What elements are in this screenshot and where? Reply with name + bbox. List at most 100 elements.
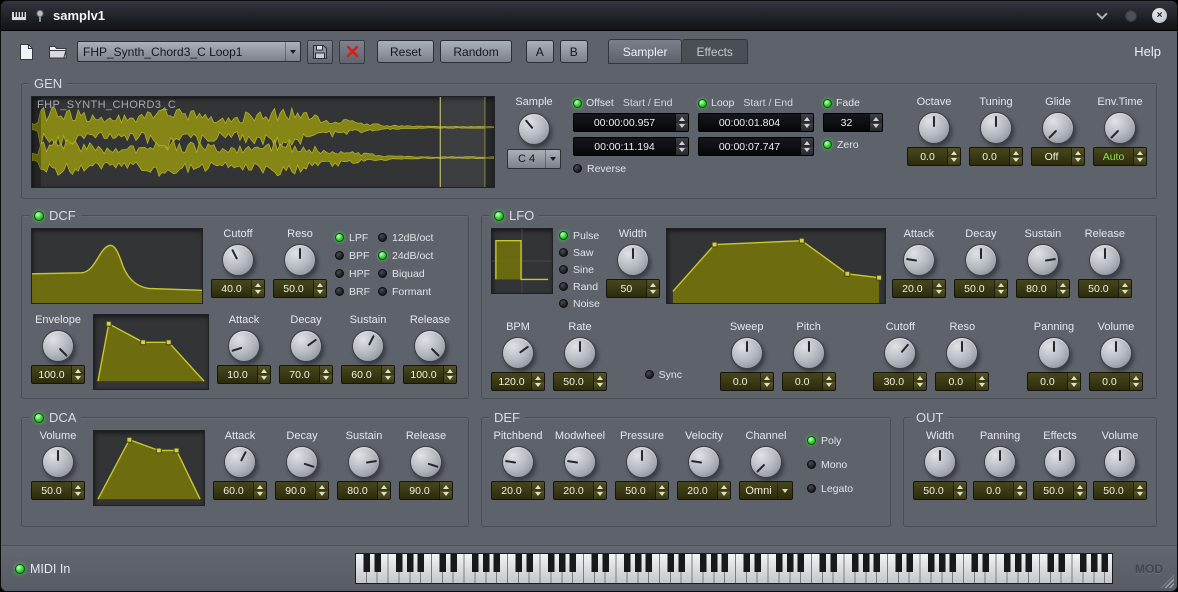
- spin-up-icon[interactable]: [1010, 148, 1022, 157]
- spin-arrows[interactable]: [1133, 148, 1146, 165]
- tuning-spinbox[interactable]: 0.0: [969, 147, 1023, 166]
- offset-toggle[interactable]: Offset Start / End: [573, 96, 689, 110]
- radio-hpf[interactable]: HPF: [335, 266, 370, 281]
- spin-down-icon[interactable]: [954, 491, 966, 500]
- loop-end-field[interactable]: 00:00:07.747: [698, 137, 814, 156]
- decay-spinbox[interactable]: 90.0: [275, 481, 329, 500]
- spin-arrows[interactable]: [1129, 373, 1142, 390]
- dcf-led-icon[interactable]: [34, 211, 44, 221]
- envelope-knob[interactable]: [42, 330, 74, 362]
- maximize-window-icon[interactable]: [1123, 8, 1139, 24]
- spin-up-icon[interactable]: [954, 482, 966, 491]
- spin-up-icon[interactable]: [801, 114, 813, 123]
- spin-arrows[interactable]: [439, 482, 452, 499]
- radio-mono[interactable]: Mono: [807, 457, 853, 472]
- spin-arrows[interactable]: [1133, 482, 1146, 499]
- spin-up-icon[interactable]: [532, 482, 544, 491]
- octave-spinbox[interactable]: 0.0: [907, 147, 961, 166]
- sustain-spinbox[interactable]: 80.0: [337, 481, 391, 500]
- attack-spinbox[interactable]: 20.0: [892, 279, 946, 298]
- loop-toggle[interactable]: Loop Start / End: [698, 96, 814, 110]
- spin-up-icon[interactable]: [1057, 280, 1069, 289]
- sweep-spinbox[interactable]: 0.0: [720, 372, 774, 391]
- spin-arrows[interactable]: [947, 148, 960, 165]
- spin-down-icon[interactable]: [656, 491, 668, 500]
- release-knob[interactable]: [414, 330, 446, 362]
- spin-down-icon[interactable]: [801, 147, 813, 156]
- pin-icon[interactable]: [34, 9, 46, 23]
- spin-down-icon[interactable]: [718, 491, 730, 500]
- loop-start-field[interactable]: 00:00:01.804: [698, 113, 814, 132]
- radio-saw[interactable]: Saw: [559, 245, 600, 260]
- panning-knob[interactable]: [984, 446, 1016, 478]
- reverse-checkbox[interactable]: Reverse: [573, 161, 689, 176]
- spin-arrows[interactable]: [800, 114, 813, 131]
- reso-spinbox[interactable]: 50.0: [273, 279, 327, 298]
- spin-arrows[interactable]: [1118, 280, 1131, 297]
- spin-down-icon[interactable]: [1119, 289, 1131, 298]
- spin-arrows[interactable]: [253, 482, 266, 499]
- tune-a-button[interactable]: A: [526, 40, 554, 63]
- spin-arrows[interactable]: [646, 280, 659, 297]
- envelope-spinbox[interactable]: 100.0: [31, 365, 85, 384]
- spin-arrows[interactable]: [655, 482, 668, 499]
- randomize-button[interactable]: Random: [440, 40, 511, 63]
- zero-checkbox[interactable]: Zero: [823, 137, 883, 152]
- octave-knob[interactable]: [918, 112, 950, 144]
- env-time-spinbox[interactable]: Auto: [1093, 147, 1147, 166]
- spin-down-icon[interactable]: [676, 147, 688, 156]
- decay-knob[interactable]: [286, 446, 318, 478]
- release-spinbox[interactable]: 50.0: [1078, 279, 1132, 298]
- sample-knob[interactable]: [518, 113, 550, 145]
- spin-up-icon[interactable]: [314, 280, 326, 289]
- reso-knob[interactable]: [284, 244, 316, 276]
- spin-up-icon[interactable]: [823, 373, 835, 382]
- dcf-envelope-display[interactable]: [93, 314, 209, 390]
- spin-up-icon[interactable]: [761, 373, 773, 382]
- spin-up-icon[interactable]: [1119, 280, 1131, 289]
- radio-noise[interactable]: Noise: [559, 296, 600, 311]
- cutoff-spinbox[interactable]: 40.0: [211, 279, 265, 298]
- spin-down-icon[interactable]: [647, 289, 659, 298]
- save-preset-button[interactable]: [307, 40, 333, 64]
- spin-arrows[interactable]: [675, 138, 688, 155]
- width-spinbox[interactable]: 50: [606, 279, 660, 298]
- release-spinbox[interactable]: 90.0: [399, 481, 453, 500]
- spin-up-icon[interactable]: [440, 482, 452, 491]
- spin-up-icon[interactable]: [1074, 482, 1086, 491]
- volume-knob[interactable]: [1100, 337, 1132, 369]
- sample-waveform-display[interactable]: FHP_SYNTH_CHORD3_C: [31, 96, 495, 188]
- spin-up-icon[interactable]: [258, 366, 270, 375]
- sweep-knob[interactable]: [731, 337, 763, 369]
- spin-arrows[interactable]: [717, 482, 730, 499]
- rate-spinbox[interactable]: 50.0: [553, 372, 607, 391]
- spin-down-icon[interactable]: [933, 289, 945, 298]
- sustain-spinbox[interactable]: 80.0: [1016, 279, 1070, 298]
- bpm-knob[interactable]: [502, 337, 534, 369]
- velocity-spinbox[interactable]: 20.0: [677, 481, 731, 500]
- decay-spinbox[interactable]: 70.0: [279, 365, 333, 384]
- dca-led-icon[interactable]: [34, 413, 44, 423]
- panning-spinbox[interactable]: 0.0: [1027, 372, 1081, 391]
- pressure-spinbox[interactable]: 50.0: [615, 481, 669, 500]
- rate-knob[interactable]: [564, 337, 596, 369]
- fade-toggle[interactable]: Fade: [823, 96, 883, 110]
- spin-arrows[interactable]: [593, 482, 606, 499]
- spin-down-icon[interactable]: [72, 375, 84, 384]
- volume-spinbox[interactable]: 0.0: [1089, 372, 1143, 391]
- spin-arrows[interactable]: [593, 373, 606, 390]
- spin-up-icon[interactable]: [1072, 148, 1084, 157]
- spin-down-icon[interactable]: [761, 382, 773, 391]
- radio-brf[interactable]: BRF: [335, 284, 370, 299]
- spin-up-icon[interactable]: [594, 373, 606, 382]
- spin-arrows[interactable]: [381, 366, 394, 383]
- spin-arrows[interactable]: [71, 366, 84, 383]
- spin-up-icon[interactable]: [801, 138, 813, 147]
- spin-arrows[interactable]: [913, 373, 926, 390]
- modwheel-knob[interactable]: [564, 446, 596, 478]
- glide-spinbox[interactable]: Off: [1031, 147, 1085, 166]
- pressure-knob[interactable]: [626, 446, 658, 478]
- volume-knob[interactable]: [42, 446, 74, 478]
- spin-arrows[interactable]: [760, 373, 773, 390]
- radio-12db-oct[interactable]: 12dB/oct: [378, 230, 433, 245]
